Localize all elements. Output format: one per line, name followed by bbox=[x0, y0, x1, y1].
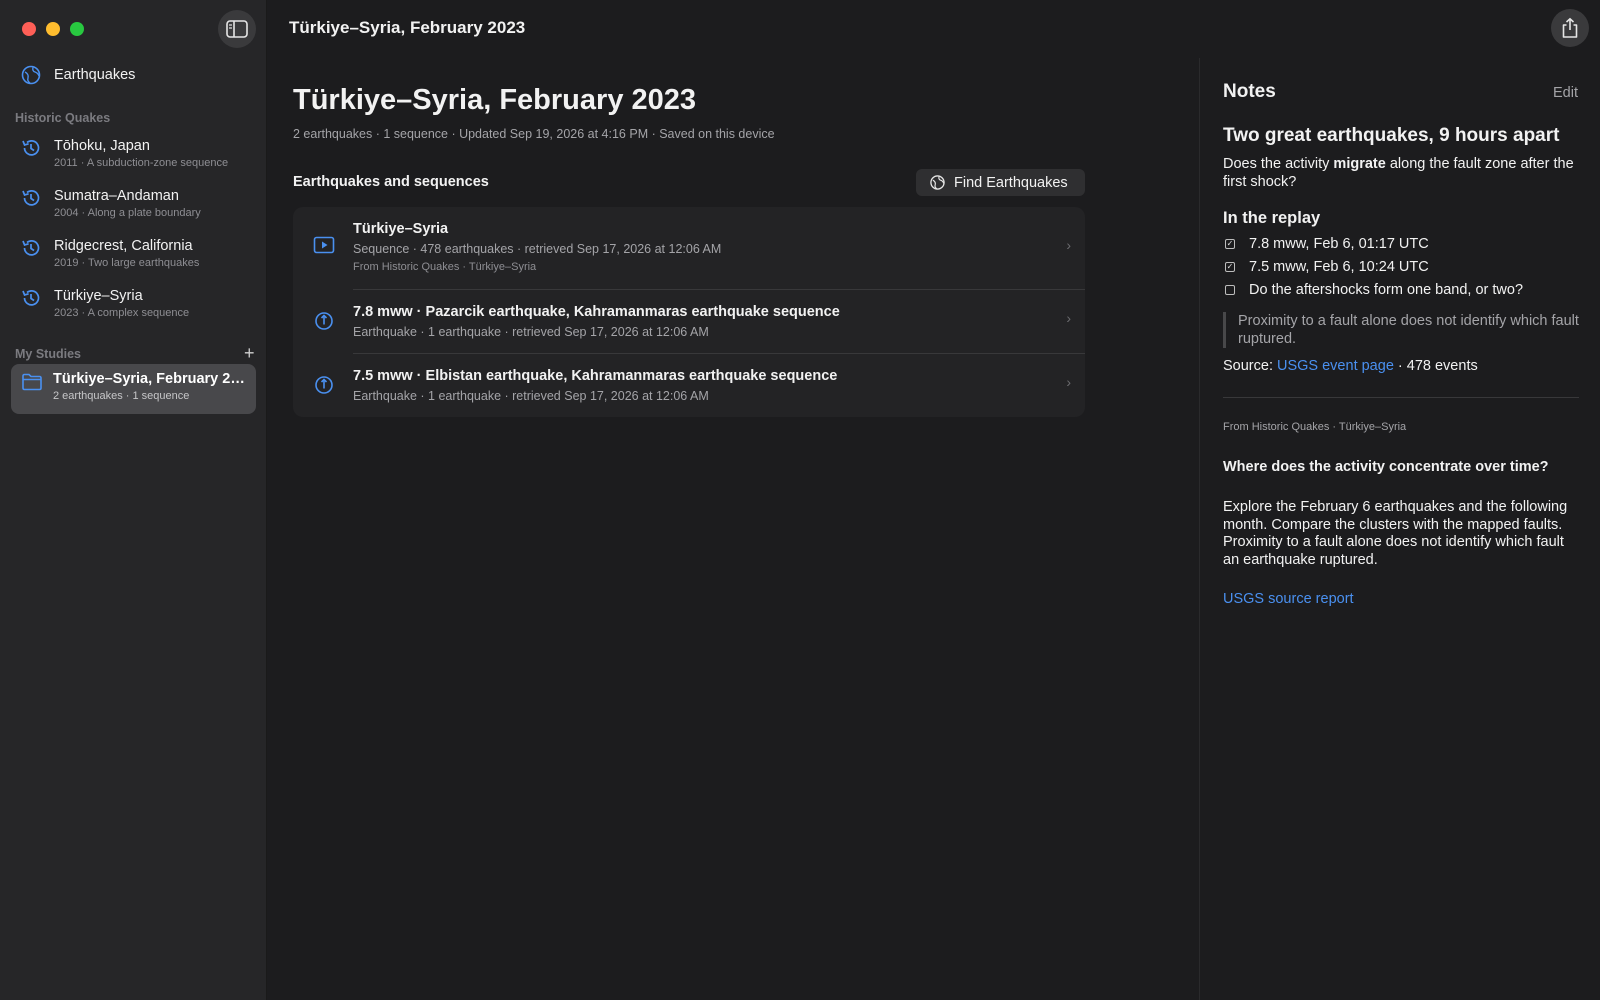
chevron-right-icon: › bbox=[1066, 374, 1071, 390]
row-meta: Sequence · 478 earthquakes · retrieved S… bbox=[353, 242, 722, 256]
sidebar-item-label: Earthquakes bbox=[54, 67, 136, 83]
row-source: From Historic Quakes · Türkiye–Syria bbox=[353, 261, 537, 273]
folder-icon bbox=[22, 373, 42, 391]
checkbox-checked-icon[interactable]: ✓ bbox=[1225, 239, 1235, 249]
replay-heading: In the replay bbox=[1223, 209, 1321, 227]
source-prefix: Source: bbox=[1223, 358, 1277, 374]
checklist-item-text: 7.8 mww, Feb 6, 01:17 UTC bbox=[1249, 236, 1429, 252]
section-title: Earthquakes and sequences bbox=[293, 174, 489, 190]
notes-paragraph-start: Does the activity bbox=[1223, 156, 1334, 172]
checklist-item[interactable]: ✓ 7.5 mww, Feb 6, 10:24 UTC bbox=[1225, 259, 1429, 275]
checkbox-checked-icon[interactable]: ✓ bbox=[1225, 262, 1235, 272]
list-item[interactable]: 7.8 mww · Pazarcik earthquake, Kahramanm… bbox=[293, 290, 1085, 353]
sidebar-item-title: Ridgecrest, California bbox=[54, 238, 193, 254]
sidebar-item-ridgecrest[interactable]: Ridgecrest, California 2019 · Two large e… bbox=[20, 237, 255, 269]
epicenter-icon bbox=[315, 312, 333, 330]
checkbox-empty-icon[interactable] bbox=[1225, 285, 1235, 295]
list-item[interactable]: Türkiye–Syria Sequence · 478 earthquakes… bbox=[293, 207, 1085, 289]
chevron-right-icon: › bbox=[1066, 310, 1071, 326]
list-item[interactable]: 7.5 mww · Elbistan earthquake, Kahramanm… bbox=[293, 354, 1085, 417]
sidebar-item-title: Tōhoku, Japan bbox=[54, 138, 150, 154]
usgs-event-page-link[interactable]: USGS event page bbox=[1277, 358, 1394, 374]
my-studies-header: My Studies bbox=[15, 347, 81, 361]
row-title: 7.8 mww · Pazarcik earthquake, Kahramanm… bbox=[353, 304, 840, 320]
row-title: 7.5 mww · Elbistan earthquake, Kahramanm… bbox=[353, 368, 838, 384]
zoom-window-button[interactable] bbox=[70, 22, 84, 36]
sidebar-item-sumatra[interactable]: Sumatra–Andaman 2004 · Along a plate boun… bbox=[20, 187, 255, 219]
history-icon bbox=[22, 140, 40, 156]
sidebar-item-selected-study[interactable]: Türkiye–Syria, February 2023 2 earthquake… bbox=[11, 364, 256, 414]
sidebar-item-earthquakes[interactable]: Earthquakes bbox=[20, 64, 135, 86]
notes-quote: Proximity to a fault alone does not iden… bbox=[1223, 312, 1583, 348]
globe-icon bbox=[930, 175, 945, 190]
study-title: Türkiye–Syria, February 2023 bbox=[53, 371, 248, 387]
source-suffix: · 478 events bbox=[1393, 358, 1478, 374]
notes-panel: Notes Edit Two great earthquakes, 9 hour… bbox=[1199, 58, 1600, 1000]
checklist-item-text: 7.5 mww, Feb 6, 10:24 UTC bbox=[1249, 259, 1429, 275]
sidebar-item-title: Türkiye–Syria bbox=[54, 288, 143, 304]
sidebar-item-subtitle: 2023 · A complex sequence bbox=[54, 307, 190, 319]
page-title: Türkiye–Syria, February 2023 bbox=[293, 84, 697, 116]
chevron-right-icon: › bbox=[1066, 237, 1071, 253]
sidebar: Earthquakes Historic Quakes Tōhoku, Japa… bbox=[0, 0, 267, 1000]
find-earthquakes-label: Find Earthquakes bbox=[954, 174, 1068, 191]
checklist-item-text: Do the aftershocks form one band, or two… bbox=[1249, 282, 1524, 298]
sidebar-item-title: Sumatra–Andaman bbox=[54, 188, 179, 204]
checklist-item[interactable]: Do the aftershocks form one band, or two… bbox=[1225, 282, 1523, 298]
checklist-item[interactable]: ✓ 7.8 mww, Feb 6, 01:17 UTC bbox=[1225, 236, 1429, 252]
sidebar-item-subtitle: 2004 · Along a plate boundary bbox=[54, 207, 201, 219]
sidebar-item-turkiye-syria[interactable]: Türkiye–Syria 2023 · A complex sequence bbox=[20, 287, 255, 319]
epicenter-icon bbox=[315, 376, 333, 394]
notes-paragraph: Does the activity migrate along the faul… bbox=[1223, 155, 1583, 191]
sidebar-item-subtitle: 2019 · Two large earthquakes bbox=[54, 257, 200, 269]
edit-button[interactable]: Edit bbox=[1553, 85, 1578, 101]
notes-body: Explore the February 6 earthquakes and t… bbox=[1223, 499, 1568, 568]
historic-quakes-header: Historic Quakes bbox=[15, 111, 111, 125]
add-study-button[interactable]: + bbox=[244, 344, 255, 362]
history-icon bbox=[22, 240, 40, 256]
row-meta: Earthquake · 1 earthquake · retrieved Se… bbox=[353, 325, 709, 339]
window-controls bbox=[22, 22, 84, 36]
earthquake-list: Türkiye–Syria Sequence · 478 earthquakes… bbox=[293, 207, 1085, 417]
share-button[interactable] bbox=[1551, 9, 1589, 47]
close-window-button[interactable] bbox=[22, 22, 36, 36]
sidebar-toggle-button[interactable] bbox=[218, 10, 256, 48]
sidebar-icon bbox=[226, 20, 248, 38]
globe-icon bbox=[21, 65, 41, 85]
sidebar-item-tohoku[interactable]: Tōhoku, Japan 2011 · A subduction-zone se… bbox=[20, 137, 255, 169]
usgs-source-report-link[interactable]: USGS source report bbox=[1223, 591, 1354, 607]
study-subtitle: 2 earthquakes · 1 sequence bbox=[53, 390, 190, 402]
sidebar-item-subtitle: 2011 · A subduction-zone sequence bbox=[54, 157, 229, 169]
notes-divider bbox=[1223, 397, 1579, 398]
page-subtitle: 2 earthquakes · 1 sequence · Updated Sep… bbox=[293, 127, 775, 141]
notes-heading: Two great earthquakes, 9 hours apart bbox=[1223, 125, 1560, 146]
notes-question: Where does the activity concentrate over… bbox=[1223, 459, 1549, 475]
find-earthquakes-button[interactable]: Find Earthquakes bbox=[916, 169, 1085, 196]
row-title: Türkiye–Syria bbox=[353, 221, 449, 237]
notes-paragraph-emphasis: migrate bbox=[1333, 156, 1386, 172]
play-icon bbox=[313, 236, 335, 254]
history-icon bbox=[22, 290, 40, 306]
notes-from: From Historic Quakes · Türkiye–Syria bbox=[1223, 421, 1407, 433]
window-title: Türkiye–Syria, February 2023 bbox=[289, 18, 526, 37]
row-meta: Earthquake · 1 earthquake · retrieved Se… bbox=[353, 389, 709, 403]
history-icon bbox=[22, 190, 40, 206]
share-icon bbox=[1562, 17, 1578, 38]
notes-source: Source: USGS event page · 478 events bbox=[1223, 358, 1478, 374]
notes-header: Notes bbox=[1223, 81, 1276, 102]
minimize-window-button[interactable] bbox=[46, 22, 60, 36]
